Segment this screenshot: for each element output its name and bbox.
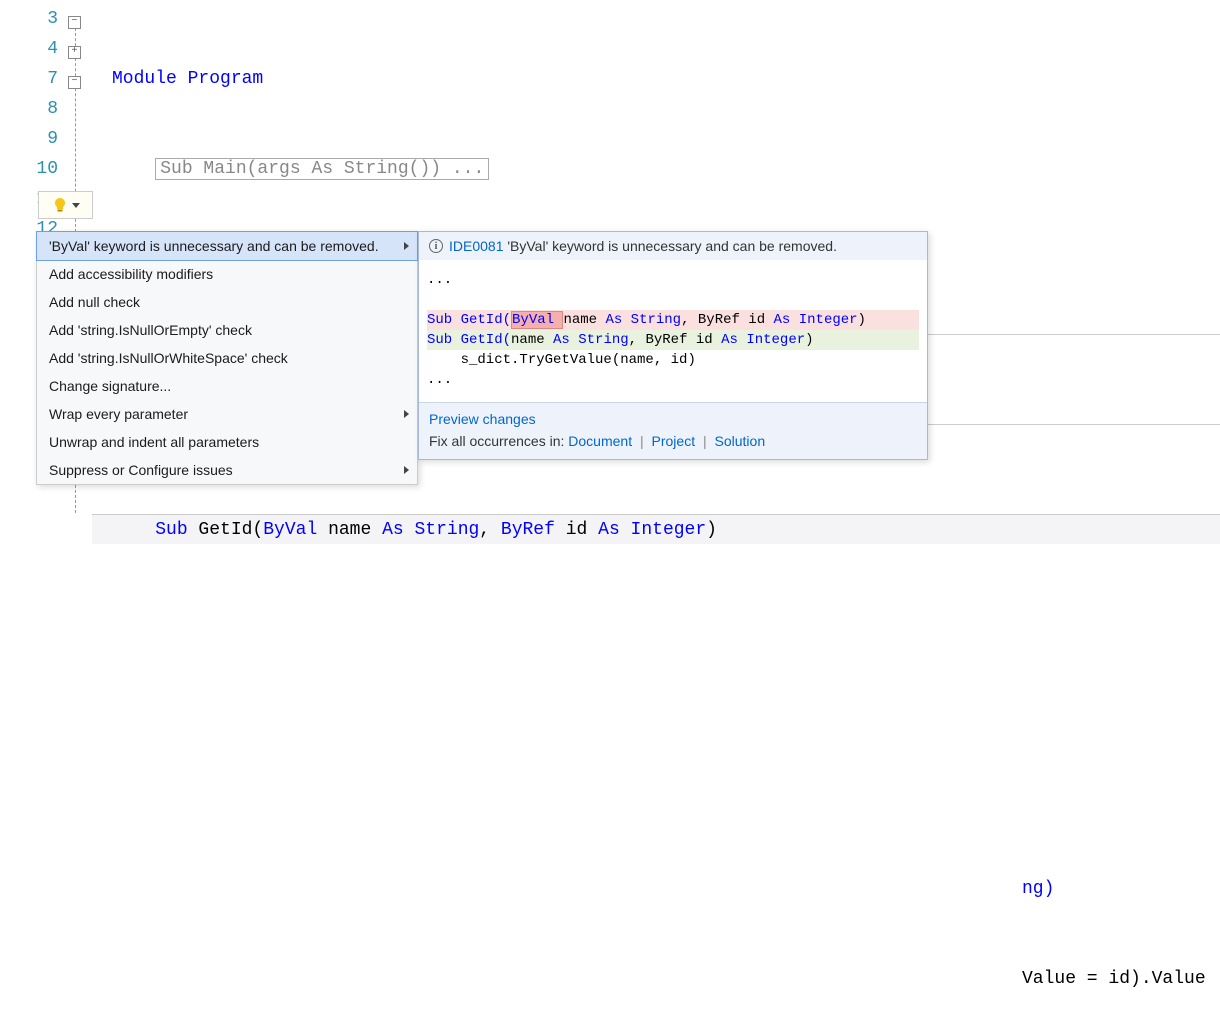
chevron-down-icon — [72, 203, 80, 208]
info-icon: i — [429, 239, 443, 253]
preview-footer: Preview changes Fix all occurrences in: … — [419, 402, 927, 459]
menu-item-suppress[interactable]: Suppress or Configure issues — [37, 456, 417, 484]
fold-toggle-icon[interactable]: − — [68, 16, 81, 29]
quick-actions-menu: 'ByVal' keyword is unnecessary and can b… — [36, 231, 418, 485]
code-fix-preview: i IDE0081 'ByVal' keyword is unnecessary… — [418, 231, 928, 460]
chevron-right-icon — [404, 410, 409, 418]
fix-scope-project[interactable]: Project — [652, 433, 696, 449]
menu-item-unwrap-params[interactable]: Unwrap and indent all parameters — [37, 428, 417, 456]
diagnostic-id-link[interactable]: IDE0081 — [449, 238, 503, 254]
lightbulb-icon — [52, 197, 68, 213]
fix-scope-solution[interactable]: Solution — [715, 433, 766, 449]
menu-item-wrap-params[interactable]: Wrap every parameter — [37, 400, 417, 428]
chevron-right-icon — [404, 242, 409, 250]
chevron-right-icon — [404, 466, 409, 474]
menu-item-isnullorempty[interactable]: Add 'string.IsNullOrEmpty' check — [37, 316, 417, 344]
code-fragment: ng) — [1022, 879, 1054, 899]
menu-item-change-signature[interactable]: Change signature... — [37, 372, 417, 400]
diff-preview: ... Sub GetId(ByVal name As String, ByRe… — [419, 260, 927, 402]
menu-item-isnullorwhitespace[interactable]: Add 'string.IsNullOrWhiteSpace' check — [37, 344, 417, 372]
preview-header: i IDE0081 'ByVal' keyword is unnecessary… — [419, 232, 927, 260]
fold-toggle-icon[interactable]: + — [68, 46, 81, 59]
code-fragment: Value = id).Value — [1022, 969, 1206, 989]
menu-item-add-null-check[interactable]: Add null check — [37, 288, 417, 316]
menu-item-add-accessibility[interactable]: Add accessibility modifiers — [37, 260, 417, 288]
fix-scope-document[interactable]: Document — [568, 433, 632, 449]
preview-changes-link[interactable]: Preview changes — [429, 411, 536, 427]
fold-toggle-icon[interactable]: − — [68, 76, 81, 89]
menu-item-remove-byval[interactable]: 'ByVal' keyword is unnecessary and can b… — [36, 231, 418, 261]
lightbulb-button[interactable] — [38, 191, 93, 219]
keyword: Module — [112, 69, 177, 89]
collapsed-region[interactable]: Sub Main(args As String()) ... — [155, 158, 489, 180]
